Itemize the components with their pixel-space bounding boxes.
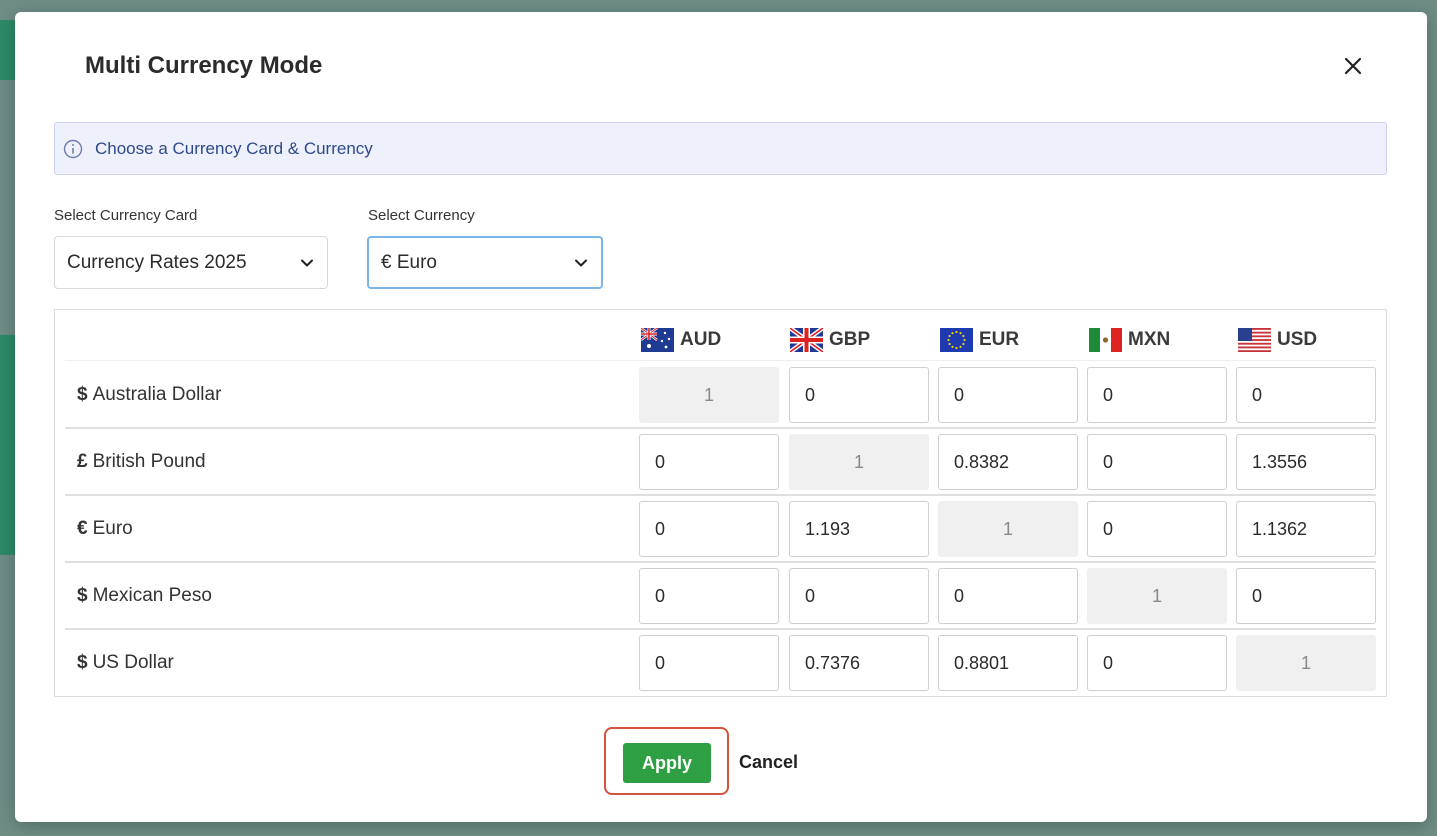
rate-cell-usd-usd: 1	[1236, 635, 1376, 691]
row-divider	[65, 494, 1376, 496]
currency-card-label: Select Currency Card	[54, 207, 198, 224]
column-header-usd: USD	[1238, 322, 1317, 358]
chevron-down-icon	[575, 259, 587, 266]
rate-input-eur-mxn[interactable]: 0	[1087, 501, 1227, 557]
currency-label: Select Currency	[368, 207, 475, 224]
chevron-down-icon	[301, 259, 313, 266]
row-label-us-dollar: $ US Dollar	[77, 652, 174, 673]
apply-button[interactable]: Apply	[623, 743, 711, 783]
us-flag-icon	[1238, 328, 1271, 352]
australia-flag-icon	[641, 328, 674, 352]
rate-input-aud-mxn[interactable]: 0	[1087, 367, 1227, 423]
row-divider	[65, 628, 1376, 630]
header-divider	[65, 360, 1376, 361]
eu-flag-icon	[940, 328, 973, 352]
rate-input-mxn-gbp[interactable]: 0	[789, 568, 929, 624]
rate-input-mxn-usd[interactable]: 0	[1236, 568, 1376, 624]
row-label-euro: € Euro	[77, 518, 133, 539]
rate-input-usd-gbp[interactable]: 0.7376	[789, 635, 929, 691]
info-banner: Choose a Currency Card & Currency	[54, 122, 1387, 175]
rate-input-gbp-usd[interactable]: 1.3556	[1236, 434, 1376, 490]
rate-input-mxn-eur[interactable]: 0	[938, 568, 1078, 624]
exchange-rate-grid: AUD GBP EUR MXN USD $ Australia Dollar 1…	[54, 309, 1387, 697]
close-icon	[1344, 57, 1362, 75]
row-divider	[65, 427, 1376, 429]
rate-input-usd-aud[interactable]: 0	[639, 635, 779, 691]
row-label-mexican-peso: $ Mexican Peso	[77, 585, 212, 606]
rate-input-usd-eur[interactable]: 0.8801	[938, 635, 1078, 691]
rate-input-eur-aud[interactable]: 0	[639, 501, 779, 557]
mexico-flag-icon	[1089, 328, 1122, 352]
rate-input-gbp-mxn[interactable]: 0	[1087, 434, 1227, 490]
currency-value: € Euro	[381, 251, 437, 273]
column-header-mxn: MXN	[1089, 322, 1170, 358]
currency-card-select[interactable]: Currency Rates 2025	[54, 236, 328, 289]
row-divider	[65, 561, 1376, 563]
rate-input-gbp-eur[interactable]: 0.8382	[938, 434, 1078, 490]
row-label-british-pound: £ British Pound	[77, 451, 206, 472]
rate-input-eur-gbp[interactable]: 1.193	[789, 501, 929, 557]
rate-cell-gbp-gbp: 1	[789, 434, 929, 490]
column-header-gbp: GBP	[790, 322, 870, 358]
rate-input-aud-gbp[interactable]: 0	[789, 367, 929, 423]
close-button[interactable]	[1337, 50, 1369, 82]
rate-input-eur-usd[interactable]: 1.1362	[1236, 501, 1376, 557]
rate-cell-mxn-mxn: 1	[1087, 568, 1227, 624]
cancel-button[interactable]: Cancel	[739, 752, 798, 773]
column-header-eur: EUR	[940, 322, 1019, 358]
info-text: Choose a Currency Card & Currency	[95, 138, 373, 158]
currency-card-value: Currency Rates 2025	[67, 251, 247, 273]
rate-input-aud-eur[interactable]: 0	[938, 367, 1078, 423]
rate-input-gbp-aud[interactable]: 0	[639, 434, 779, 490]
rate-cell-aud-aud: 1	[639, 367, 779, 423]
background-sidebar-block	[0, 335, 15, 555]
multi-currency-dialog: Multi Currency Mode Choose a Currency Ca…	[15, 12, 1427, 822]
currency-select[interactable]: € Euro	[367, 236, 603, 289]
uk-flag-icon	[790, 328, 823, 352]
background-sidebar-block	[0, 20, 15, 80]
rate-input-usd-mxn[interactable]: 0	[1087, 635, 1227, 691]
row-label-australia-dollar: $ Australia Dollar	[77, 384, 222, 405]
info-icon	[63, 139, 83, 159]
rate-input-mxn-aud[interactable]: 0	[639, 568, 779, 624]
rate-cell-eur-eur: 1	[938, 501, 1078, 557]
rate-input-aud-usd[interactable]: 0	[1236, 367, 1376, 423]
dialog-title: Multi Currency Mode	[85, 52, 323, 79]
column-header-aud: AUD	[641, 322, 721, 358]
